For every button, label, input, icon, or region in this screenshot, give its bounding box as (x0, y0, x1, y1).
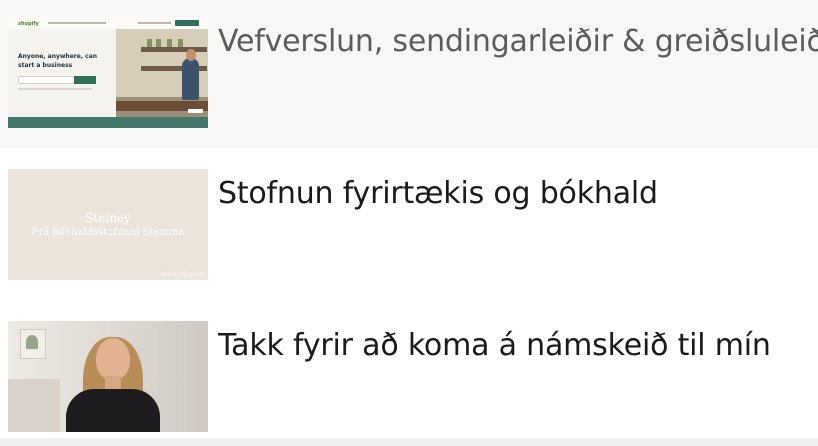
thumbnail-jar (178, 39, 183, 47)
thumbnail-subtitle: Frá bókhaldsstofunni Stemma (31, 227, 185, 238)
lesson-thumbnail-2[interactable]: Steiney Frá bókhaldsstofunni Stemma oksu… (8, 169, 208, 280)
thumbnail-nav-right (138, 22, 171, 24)
thumbnail-headline: Anyone, anywhere, can start a business (18, 53, 98, 69)
lesson-title-3[interactable]: Takk fyrir að koma á námskeið til mín (218, 328, 771, 364)
lesson-title-2[interactable]: Stofnun fyrirtækis og bókhald (218, 176, 658, 212)
thumbnail-counter (8, 379, 60, 432)
thumbnail-badge (188, 109, 203, 113)
thumbnail-face (96, 338, 130, 380)
thumbnail-band (8, 117, 208, 128)
thumbnail-person (182, 58, 199, 100)
thumbnail-name: Steiney (85, 211, 131, 225)
thumbnail-start-button (74, 76, 96, 84)
thumbnail-watermark: oksun.r@gmail (160, 271, 205, 278)
thumbnail-nav (48, 22, 106, 24)
thumbnail-jar (147, 39, 152, 47)
lesson-item-1[interactable]: shopify Anyone, anywhere, can start a bu… (0, 0, 818, 148)
lesson-thumbnail-1[interactable]: shopify Anyone, anywhere, can start a bu… (8, 17, 208, 128)
shopify-logo-icon: shopify (18, 21, 39, 27)
lesson-title-1[interactable]: Vefverslun, sendingarleiðir & greiðslule… (218, 24, 818, 60)
thumbnail-jar (167, 39, 172, 47)
thumbnail-shelf (141, 47, 207, 52)
lesson-thumbnail-3[interactable] (8, 321, 208, 432)
thumbnail-photo (116, 29, 208, 128)
thumbnail-face (186, 49, 196, 61)
thumbnail-plant (26, 335, 38, 349)
footer-divider (0, 438, 818, 446)
lesson-item-2[interactable]: Steiney Frá bókhaldsstofunni Stemma oksu… (0, 148, 818, 296)
thumbnail-body (66, 389, 160, 432)
lesson-item-3[interactable]: Takk fyrir að koma á námskeið til mín (0, 296, 818, 438)
thumbnail-jar (156, 39, 161, 47)
thumbnail-email-field (18, 76, 80, 84)
thumbnail-small-text (18, 88, 92, 90)
thumbnail-cta (175, 20, 199, 26)
